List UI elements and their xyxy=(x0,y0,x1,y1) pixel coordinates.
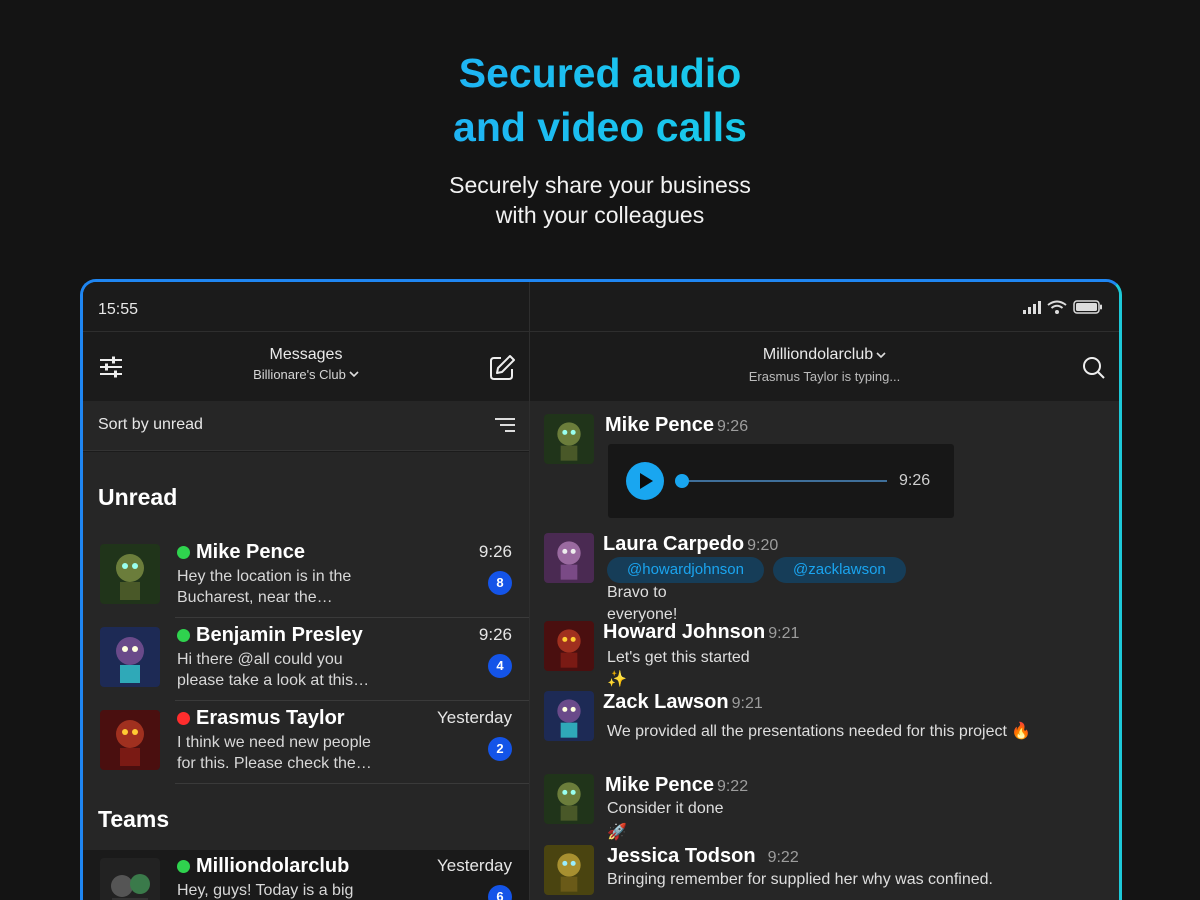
message-emoji: 🚀 xyxy=(607,824,627,841)
tablet-frame: 15:55 Messages Billionare's Club Sort by… xyxy=(80,279,1122,900)
message-thread: Mike Pence 9:26 9:26 Laura Carpedo 9:20 @h… xyxy=(530,401,1119,900)
message-text: Bringing remember for supplied her why w… xyxy=(607,871,993,888)
chat-name: Benjamin Presley xyxy=(196,624,363,646)
unread-badge: 2 xyxy=(488,737,512,761)
message-time: 9:20 xyxy=(747,537,779,554)
sort-label: Sort by unread xyxy=(98,416,203,433)
chat-preview: Hey the location is in the Bucharest, nea… xyxy=(177,568,352,606)
chat-time: 9:26 xyxy=(478,625,512,644)
search-icon[interactable] xyxy=(1081,355,1107,381)
left-header: Messages Billionare's Club xyxy=(83,333,529,401)
message-author[interactable]: Howard Johnson xyxy=(603,621,765,643)
status-icons xyxy=(1023,300,1103,314)
avatar xyxy=(100,627,160,687)
unread-badge: 4 xyxy=(488,654,512,678)
message-text: Let's get this started xyxy=(607,649,750,666)
status-time: 15:55 xyxy=(98,301,139,318)
chat-name: Mike Pence xyxy=(196,541,305,563)
message-time: 9:21 xyxy=(768,625,800,642)
chat-time: 9:26 xyxy=(478,542,512,561)
avatar xyxy=(544,691,594,741)
conversation-title-block: Milliondolarclub Erasmus Taylor is typin… xyxy=(530,346,1119,384)
typing-indicator: Erasmus Taylor is typing... xyxy=(748,369,901,384)
workspace-selector[interactable]: Billionare's Club xyxy=(253,367,359,382)
left-header-title-block: Messages Billionare's Club xyxy=(83,346,529,384)
chevron-down-icon xyxy=(876,351,886,358)
chat-list: Unread Mike Pence 9:26 Hey the location … xyxy=(83,452,529,900)
compose-icon[interactable] xyxy=(487,353,517,383)
chat-preview: Hi there @all could you please take a loo… xyxy=(177,651,370,689)
conversation-title: Milliondolarclub xyxy=(762,346,874,363)
chat-row-benjamin-presley[interactable]: Benjamin Presley 9:26 Hi there @all coul… xyxy=(83,619,529,701)
avatar xyxy=(100,710,160,770)
message-text: Consider it done xyxy=(607,800,724,817)
chat-preview: I think we need new people for this. Plea… xyxy=(177,734,372,772)
section-unread: Unread xyxy=(98,484,178,510)
message-author[interactable]: Mike Pence xyxy=(605,774,714,796)
message-author[interactable]: Zack Lawson xyxy=(603,691,729,713)
avatar xyxy=(544,845,594,895)
hero-title-line1: Secured audio xyxy=(458,50,742,96)
message-text: We provided all the presentations needed… xyxy=(607,723,1032,740)
unread-badge: 6 xyxy=(488,885,512,900)
hero-subtitle-line2: with your colleagues xyxy=(495,202,705,228)
hero-subtitle: Securely share your business with your c… xyxy=(0,170,1200,230)
row-divider xyxy=(175,783,529,784)
chat-name: Milliondolarclub xyxy=(196,855,350,877)
mention-chip[interactable]: @zacklawson xyxy=(773,557,906,583)
sort-bar[interactable]: Sort by unread xyxy=(83,401,529,451)
right-header: Milliondolarclub Erasmus Taylor is typin… xyxy=(530,333,1119,401)
audio-duration: 9:26 xyxy=(899,472,931,489)
section-teams: Teams xyxy=(98,806,170,832)
chevron-down-icon xyxy=(349,371,359,378)
unread-badge: 8 xyxy=(488,571,512,595)
hero-subtitle-line1: Securely share your business xyxy=(449,172,751,198)
avatar xyxy=(544,414,594,464)
avatar xyxy=(544,533,594,583)
messages-title: Messages xyxy=(269,346,343,363)
online-status-dot xyxy=(177,629,190,642)
status-bar: 15:55 xyxy=(83,282,1119,332)
row-divider xyxy=(175,700,529,701)
online-status-dot xyxy=(177,860,190,873)
wifi-icon xyxy=(1047,300,1067,314)
avatar xyxy=(544,774,594,824)
chat-row-milliondolarclub[interactable]: Milliondolarclub Yesterday Hey, guys! To… xyxy=(83,850,529,900)
online-status-dot xyxy=(177,546,190,559)
message-emoji: ✨ xyxy=(607,671,627,688)
audio-scrubber[interactable] xyxy=(675,474,689,488)
message-time: 9:26 xyxy=(716,418,749,435)
message-author[interactable]: Laura Carpedo xyxy=(603,533,744,555)
conversation-selector[interactable]: Milliondolarclub xyxy=(763,346,886,364)
busy-status-dot xyxy=(177,712,190,725)
signal-icon xyxy=(1023,300,1041,314)
audio-message: 9:26 xyxy=(608,444,954,518)
chat-time: Yesterday xyxy=(437,856,512,875)
chat-name: Erasmus Taylor xyxy=(196,707,345,729)
audio-progress-track[interactable] xyxy=(682,480,887,482)
message-time: 9:21 xyxy=(731,695,763,712)
workspace-name: Billionare's Club xyxy=(253,367,346,382)
chat-time: Yesterday xyxy=(437,708,512,727)
mention-chip[interactable]: @howardjohnson xyxy=(607,557,764,583)
message-time: 9:22 xyxy=(716,778,749,795)
hero-title-line2: and video calls xyxy=(453,104,747,150)
hero-title: Secured audio and video calls xyxy=(0,46,1200,154)
message-text: Bravo to xyxy=(607,584,667,601)
avatar xyxy=(100,858,160,900)
message-author[interactable]: Mike Pence xyxy=(605,414,714,436)
chat-preview: Hey, guys! Today is a big xyxy=(177,882,354,899)
play-icon[interactable] xyxy=(626,462,664,500)
message-time: 9:22 xyxy=(767,849,799,866)
sort-icon xyxy=(495,418,515,432)
row-divider xyxy=(175,617,529,618)
chat-row-mike-pence[interactable]: Mike Pence 9:26 Hey the location is in t… xyxy=(83,536,529,618)
avatar xyxy=(544,621,594,671)
battery-icon xyxy=(1073,300,1102,314)
avatar xyxy=(100,544,160,604)
message-author[interactable]: Jessica Todson xyxy=(607,845,756,867)
chat-row-erasmus-taylor[interactable]: Erasmus Taylor Yesterday I think we need… xyxy=(83,702,529,784)
